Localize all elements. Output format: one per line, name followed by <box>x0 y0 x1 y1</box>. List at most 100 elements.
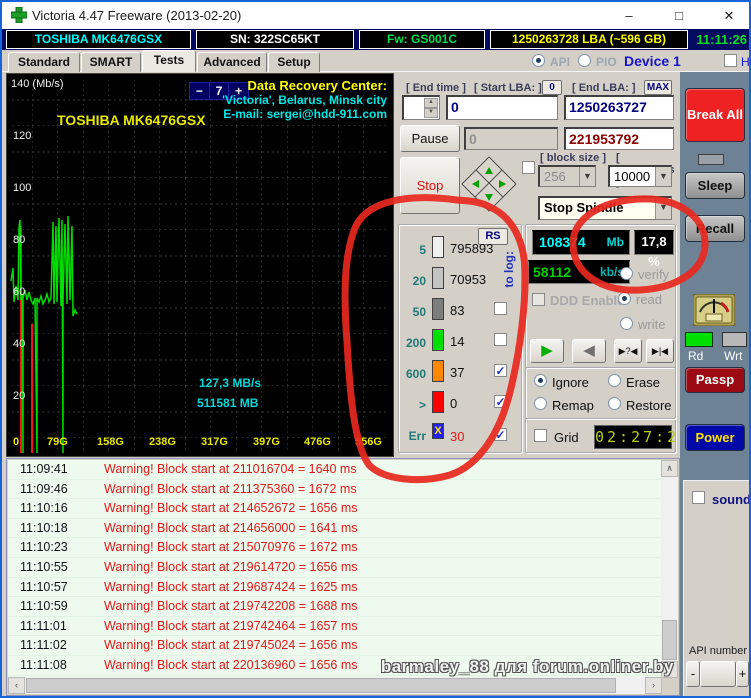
sound-checkbox[interactable] <box>692 491 705 504</box>
stat-count-gt: 0 <box>450 396 458 411</box>
timeout-combo[interactable]: 10000 ▼ <box>608 165 672 187</box>
tab-standard[interactable]: Standard <box>8 52 80 72</box>
seek-pad[interactable] <box>460 155 518 213</box>
write-label: write <box>638 317 666 332</box>
pio-radio[interactable] <box>578 54 591 67</box>
api-minus-button[interactable]: - <box>686 661 700 687</box>
api-radio[interactable] <box>532 54 545 67</box>
current-lba-input: 221953792 <box>564 127 674 150</box>
speed-value: 58112 <box>533 264 572 280</box>
stat-count-50: 83 <box>450 303 465 318</box>
end-time-spin-down[interactable]: ▼ <box>424 108 438 118</box>
stat-log-checkbox-50[interactable] <box>494 302 507 315</box>
stat-label-gt: > <box>418 398 426 412</box>
stat-count-200: 14 <box>450 334 465 349</box>
start-test-button[interactable]: ▶ <box>530 339 564 363</box>
y-tick-80: 80 <box>13 234 26 246</box>
stat-label-5: 5 <box>419 243 426 257</box>
max-lba-button[interactable]: MAX <box>644 80 672 95</box>
end-time-spin-up[interactable]: ▲ <box>424 98 438 108</box>
block-size-arrow-icon: ▼ <box>579 167 595 186</box>
stat-log-checkbox-600[interactable]: ✓ <box>494 364 507 377</box>
log-row: 11:11:02 Warning! Block start at 21974502… <box>8 636 662 656</box>
remap-label: Remap <box>552 398 594 413</box>
stat-count-err: 30 <box>450 429 465 444</box>
timeout-arrow-icon[interactable]: ▼ <box>655 167 671 186</box>
write-activity-led <box>722 332 747 347</box>
back-button[interactable]: ◀ <box>572 339 606 363</box>
pause-button[interactable]: Pause <box>400 125 460 152</box>
vscroll-thumb[interactable] <box>662 620 677 660</box>
spindle-combo[interactable]: Stop Spindle ▼ <box>538 196 672 220</box>
stat-log-checkbox-gt[interactable]: ✓ <box>494 395 507 408</box>
busy-led <box>698 154 724 165</box>
spindle-arrow-icon[interactable]: ▼ <box>655 198 671 219</box>
tab-smart[interactable]: SMART <box>81 52 141 72</box>
x-tick-317g: 317G <box>201 436 228 448</box>
stat-log-checkbox-err[interactable]: ✓ <box>494 428 507 441</box>
ddd-enable-checkbox[interactable] <box>532 293 545 306</box>
stat-label-200: 200 <box>405 336 426 350</box>
maximize-button[interactable]: □ <box>662 2 696 29</box>
block-size-combo: 256 ▼ <box>538 165 596 187</box>
hints-checkbox[interactable] <box>724 54 737 67</box>
x-tick-556g: 556G <box>355 436 382 448</box>
stat-block-20 <box>432 267 444 289</box>
hscroll-thumb[interactable] <box>26 678 616 693</box>
sleep-button[interactable]: Sleep <box>685 172 745 199</box>
log-row: 11:10:59 Warning! Block start at 21974220… <box>8 597 662 617</box>
start-lba-zero-button[interactable]: 0 <box>542 80 562 95</box>
verify-label: verify <box>638 267 670 282</box>
end-time-input[interactable]: ▲ ▼ <box>402 95 440 120</box>
tab-advanced[interactable]: Advanced <box>197 52 267 72</box>
write-radio[interactable] <box>620 317 633 330</box>
log-row: 11:10:55 Warning! Block start at 21961472… <box>8 558 662 578</box>
stat-count-20: 70953 <box>450 272 487 287</box>
log-horizontal-scrollbar[interactable]: ‹ › <box>8 677 662 694</box>
x-tick-238g: 238G <box>149 436 176 448</box>
stat-label-50: 50 <box>412 305 426 319</box>
step-button[interactable]: ▶|◀ <box>646 339 674 363</box>
erase-radio[interactable] <box>608 374 621 387</box>
log-vertical-scrollbar[interactable]: ∧ ∨ <box>661 460 678 678</box>
minimize-button[interactable]: – <box>612 2 646 29</box>
x-tick-476g: 476G <box>304 436 331 448</box>
speed-graph: 140 (Mb/s) 120 100 80 60 40 20 0 79G 158… <box>6 73 394 457</box>
stat-label-err: Err <box>408 429 426 443</box>
seek-test-button[interactable]: ▶?◀ <box>614 339 642 363</box>
sidebar: Break All Sleep Recall Rd Wrt Passp Powe… <box>680 72 749 696</box>
y-tick-100: 100 <box>13 182 32 194</box>
drive-capacity: 1250263728 LBA (~596 GB) <box>490 30 688 49</box>
api-plus-button[interactable]: + <box>736 661 749 687</box>
ignore-radio[interactable] <box>534 374 547 387</box>
stop-button[interactable]: Stop <box>400 157 460 214</box>
drive-serial: SN: 322SC65KT <box>196 30 354 49</box>
read-radio[interactable] <box>618 292 631 305</box>
stat-log-checkbox-200[interactable] <box>494 333 507 346</box>
tab-tests[interactable]: Tests <box>142 50 196 72</box>
log-body[interactable]: 11:09:41 Warning! Block start at 21101670… <box>8 460 662 678</box>
y-tick-120: 120 <box>13 130 32 142</box>
y-tick-40: 40 <box>13 338 26 350</box>
zoom-out-button[interactable]: − <box>190 83 210 99</box>
clock: 11:11:26 <box>692 30 747 49</box>
remap-radio[interactable] <box>534 397 547 410</box>
grid-checkbox[interactable] <box>534 429 547 442</box>
break-all-button[interactable]: Break All <box>685 88 745 142</box>
passp-button[interactable]: Passp <box>685 367 745 393</box>
elapsed-timer: 02:27:27 <box>594 425 688 449</box>
end-lba-input[interactable]: 1250263727 <box>564 95 674 120</box>
scroll-right-icon[interactable]: › <box>645 677 662 694</box>
scroll-up-icon[interactable]: ∧ <box>661 460 678 477</box>
tab-setup[interactable]: Setup <box>268 52 320 72</box>
recall-button[interactable]: Recall <box>685 215 745 242</box>
power-button[interactable]: Power <box>685 424 745 451</box>
log-row: 11:09:41 Warning! Block start at 21101670… <box>8 460 662 480</box>
close-button[interactable]: ✕ <box>712 2 746 29</box>
restore-radio[interactable] <box>608 397 621 410</box>
seek-checkbox[interactable] <box>522 161 535 174</box>
stat-block-gt <box>432 391 444 413</box>
scroll-left-icon[interactable]: ‹ <box>8 677 25 694</box>
start-lba-input[interactable]: 0 <box>446 95 558 120</box>
verify-radio[interactable] <box>620 267 633 280</box>
